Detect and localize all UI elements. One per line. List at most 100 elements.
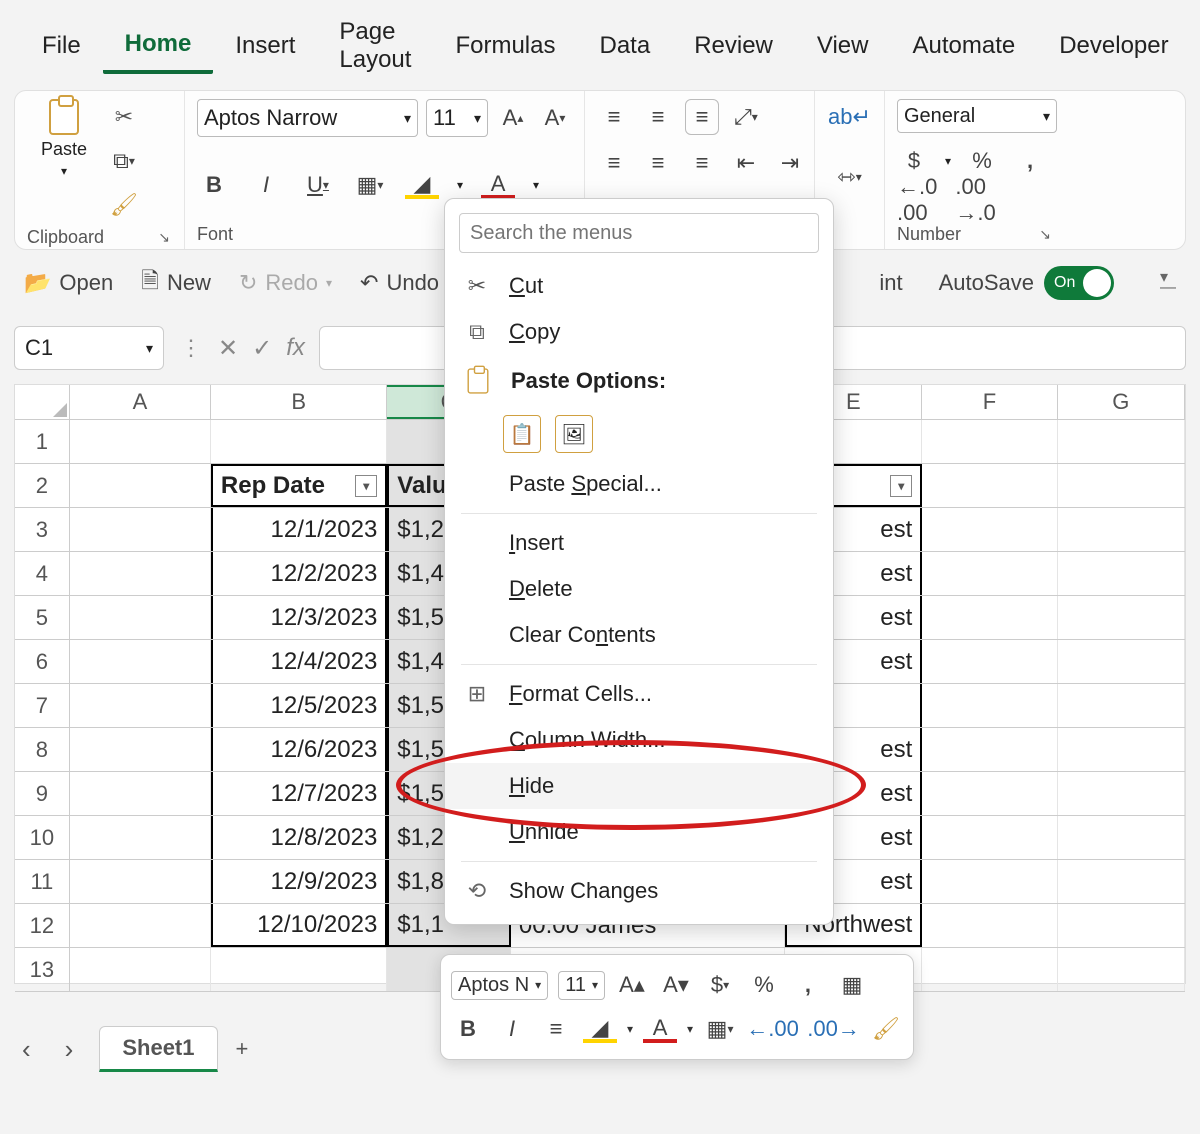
format-painter-button[interactable]: 🖌 [107,187,141,223]
decrease-decimal-icon[interactable]: .00→.0 [955,182,995,218]
row-header[interactable]: 1 [15,420,70,463]
row-header[interactable]: 9 [15,772,70,815]
cell[interactable]: 12/7/2023 [211,772,387,815]
cell[interactable]: Rep Date▾ [211,464,387,507]
paste-option-default[interactable]: 📋 [503,415,541,453]
number-format-select[interactable]: General▾ [897,99,1057,133]
cell[interactable] [922,596,1057,639]
cell[interactable]: 12/4/2023 [211,640,387,683]
menu-delete[interactable]: Delete [445,566,833,612]
cancel-formula-icon[interactable]: ✕ [218,334,238,363]
cell[interactable]: 12/10/2023 [211,904,387,947]
decrease-indent-icon[interactable]: ⇤ [729,145,763,181]
undo-button[interactable]: ↶Undo [360,270,439,296]
cell[interactable] [922,552,1057,595]
cell[interactable] [70,640,211,683]
tab-file[interactable]: File [20,32,103,72]
cell[interactable] [70,728,211,771]
col-header-f[interactable]: F [922,385,1057,419]
menu-column-width[interactable]: Column Width... [445,717,833,763]
row-header[interactable]: 13 [15,948,70,991]
row-header[interactable]: 7 [15,684,70,727]
cell[interactable] [70,684,211,727]
tab-home[interactable]: Home [103,30,214,74]
bold-button[interactable]: B [197,167,231,203]
fx-icon[interactable]: fx [286,334,305,362]
menu-unhide[interactable]: Unhide [445,809,833,855]
tab-formulas[interactable]: Formulas [433,32,577,72]
cell[interactable] [211,420,387,463]
mini-dec-decimal-icon[interactable]: .00→ [808,1011,859,1047]
mini-italic-button[interactable]: I [495,1011,529,1047]
cell[interactable] [70,860,211,903]
font-name-select[interactable]: Aptos Narrow▾ [197,99,418,137]
cell[interactable] [1058,552,1185,595]
number-launcher-icon[interactable]: ↘ [1037,224,1053,245]
mini-align-center-icon[interactable]: ≡ [539,1011,573,1047]
decrease-font-icon[interactable]: A▾ [538,100,572,136]
cell[interactable] [70,420,211,463]
cell[interactable]: 12/1/2023 [211,508,387,551]
cell[interactable] [922,816,1057,859]
align-top-icon[interactable]: ≡ [597,99,631,135]
cell[interactable] [1058,948,1185,991]
comma-button[interactable]: , [1013,143,1047,179]
align-middle-icon[interactable]: ≡ [641,99,675,135]
mini-size-select[interactable]: 11▾ [558,971,605,1000]
font-size-select[interactable]: 11▾ [426,99,488,137]
row-header[interactable]: 2 [15,464,70,507]
cell[interactable] [1058,728,1185,771]
increase-decimal-icon[interactable]: ←.0.00 [897,182,937,218]
cell[interactable] [211,948,387,991]
cell[interactable] [922,948,1057,991]
borders-button[interactable]: ▦ ▾ [353,167,387,203]
select-all-corner[interactable] [15,385,70,419]
cell[interactable] [1058,772,1185,815]
new-button[interactable]: 🗎New [141,264,211,302]
clipboard-launcher-icon[interactable]: ↘ [156,227,172,248]
tab-automate[interactable]: Automate [890,32,1037,72]
cell[interactable] [922,420,1057,463]
paste-option-picture[interactable]: 🖼 [555,415,593,453]
merge-center-icon[interactable]: ⇿ ▾ [833,159,867,195]
italic-button[interactable]: I [249,167,283,203]
increase-font-icon[interactable]: A▴ [496,100,530,136]
cell[interactable] [922,728,1057,771]
align-right-icon[interactable]: ≡ [685,145,719,181]
align-left-icon[interactable]: ≡ [597,145,631,181]
menu-show-changes[interactable]: ⟲Show Changes [445,868,833,914]
toggle-switch[interactable]: On [1044,266,1114,300]
row-header[interactable]: 11 [15,860,70,903]
col-header-g[interactable]: G [1058,385,1185,419]
mini-decrease-font-icon[interactable]: A▾ [659,967,693,1003]
orientation-icon[interactable]: ⤢ ▾ [729,99,763,135]
enter-formula-icon[interactable]: ✓ [252,334,272,363]
cell[interactable] [1058,596,1185,639]
cut-button[interactable] [107,99,141,135]
cell[interactable] [1058,904,1185,947]
cell[interactable] [1058,420,1185,463]
align-center-icon[interactable]: ≡ [641,145,675,181]
cell[interactable] [70,904,211,947]
fill-color-button[interactable]: ◢ [405,167,439,203]
print-button[interactable]: int [879,270,902,296]
row-header[interactable]: 4 [15,552,70,595]
cell[interactable] [70,596,211,639]
sheet-tab[interactable]: Sheet1 [99,1026,217,1072]
menu-copy[interactable]: ⧉Copy [445,309,833,355]
cell[interactable] [1058,640,1185,683]
row-header[interactable]: 10 [15,816,70,859]
mini-bold-button[interactable]: B [451,1011,485,1047]
cell[interactable]: 12/6/2023 [211,728,387,771]
cell[interactable] [922,508,1057,551]
cell[interactable] [70,508,211,551]
mini-increase-font-icon[interactable]: A▴ [615,967,649,1003]
cell[interactable]: 12/8/2023 [211,816,387,859]
mini-percent-button[interactable]: % [747,967,781,1003]
mini-inc-decimal-icon[interactable]: ←.00 [747,1011,798,1047]
cell[interactable]: 12/5/2023 [211,684,387,727]
cell[interactable] [1058,508,1185,551]
cell[interactable] [922,640,1057,683]
mini-comma-button[interactable]: , [791,967,825,1003]
cell[interactable] [922,464,1057,507]
